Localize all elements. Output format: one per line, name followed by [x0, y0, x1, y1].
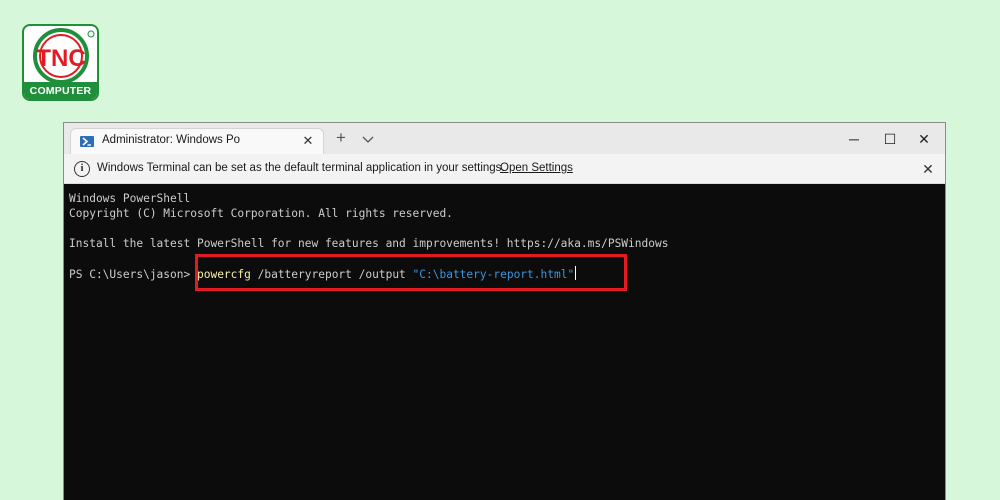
logo-mark-text: TNC: [36, 45, 85, 72]
logo-text: COMPUTER: [24, 82, 97, 99]
tnc-computer-logo: TNC COMPUTER: [22, 24, 99, 101]
command-highlight-box: [195, 254, 627, 291]
info-bar: i Windows Terminal can be set as the def…: [64, 154, 945, 184]
minimize-button[interactable]: ─: [839, 127, 869, 151]
powershell-icon: [80, 136, 94, 147]
info-icon: i: [74, 161, 90, 177]
tnc-logo-mark: TNC: [33, 28, 95, 84]
maximize-button[interactable]: ☐: [875, 127, 905, 151]
console-line: Install the latest PowerShell for new fe…: [69, 237, 669, 250]
console-output[interactable]: Windows PowerShell Copyright (C) Microso…: [64, 184, 945, 500]
new-tab-button[interactable]: +: [332, 129, 350, 148]
console-line: Windows PowerShell: [69, 192, 191, 205]
info-message: Windows Terminal can be set as the defau…: [97, 162, 505, 174]
prompt-text: PS C:\Users\jason>: [69, 268, 197, 281]
console-line: Copyright (C) Microsoft Corporation. All…: [69, 207, 453, 220]
tab-title: Administrator: Windows PowerShell: [102, 134, 240, 146]
open-settings-link[interactable]: Open Settings: [500, 162, 573, 174]
tab-powershell[interactable]: Administrator: Windows PowerShell ✕: [70, 128, 324, 154]
terminal-window: Administrator: Windows PowerShell ✕ + ─ …: [63, 122, 946, 500]
close-window-button[interactable]: ✕: [909, 127, 939, 151]
info-close-icon[interactable]: ✕: [919, 160, 937, 178]
title-bar: Administrator: Windows PowerShell ✕ + ─ …: [64, 123, 945, 154]
tab-close-icon[interactable]: ✕: [300, 133, 316, 149]
chevron-down-icon[interactable]: [359, 130, 377, 148]
